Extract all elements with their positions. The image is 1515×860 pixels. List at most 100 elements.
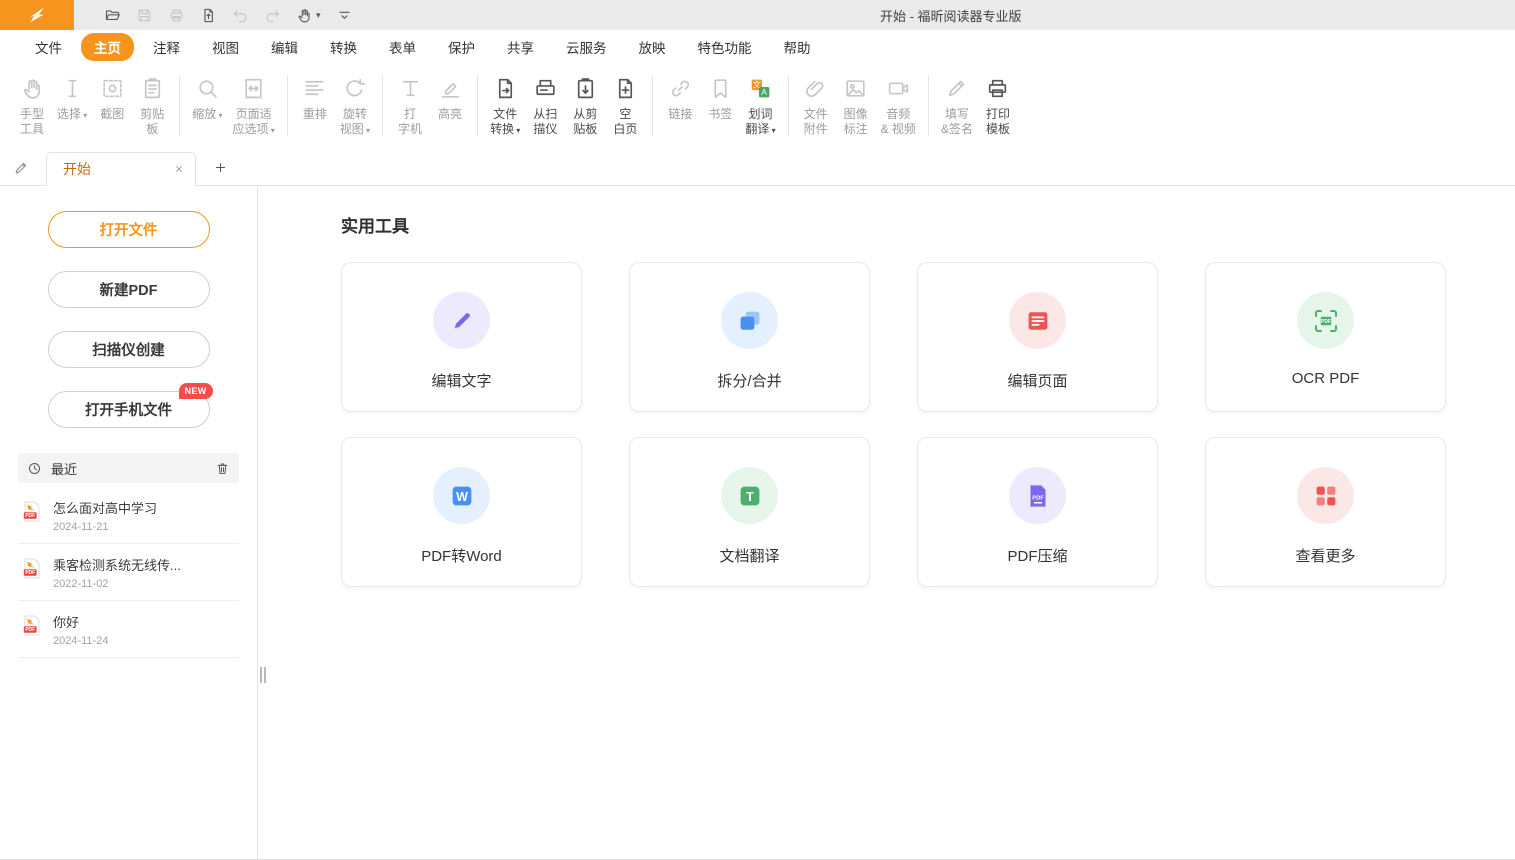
tool-card[interactable]: PDF PDF压缩 xyxy=(917,437,1158,587)
tool-card-label: PDF压缩 xyxy=(1007,545,1067,566)
quick-access-button[interactable]: ▾ xyxy=(294,5,323,26)
menubar: 文件 主页 注释 视图 编辑 转换 表单 保护 共享 云服务 放映 特色功能 帮… xyxy=(0,30,1515,63)
undo-icon xyxy=(232,7,249,24)
ribbon-group-divider xyxy=(652,75,653,136)
ribbon-button[interactable]: 从剪贴板 xyxy=(565,70,605,150)
menu-tab[interactable]: 主页 xyxy=(81,33,134,61)
menu-tab[interactable]: 放映 xyxy=(626,33,679,61)
ribbon-button[interactable]: 截图 xyxy=(92,70,132,150)
svg-text:PDF: PDF xyxy=(25,627,35,633)
recent-file-meta: 乘客检测系统无线传... 2022-11-02 xyxy=(53,555,181,590)
ribbon-button-label: 链接 xyxy=(668,107,692,122)
ribbon-button[interactable]: 图像标注 xyxy=(836,70,876,150)
ribbon-button-label: 剪贴板 xyxy=(140,107,164,137)
ribbon-button[interactable]: 文A 划词翻译 ▾ xyxy=(740,70,780,150)
attachment-icon xyxy=(803,76,828,101)
sidebar-action-button[interactable]: 打开手机文件 NEW xyxy=(48,391,210,428)
quick-access-button[interactable] xyxy=(334,5,355,26)
menu-tab[interactable]: 注释 xyxy=(140,33,193,61)
ribbon-button-label: 空白页 xyxy=(613,107,637,137)
ribbon-button[interactable]: 打字机 xyxy=(390,70,430,150)
ribbon-button[interactable]: 链接 xyxy=(660,70,700,150)
sidebar-action-button[interactable]: 打开文件 xyxy=(48,211,210,248)
sidebar-action-button[interactable]: 扫描仪创建 xyxy=(48,331,210,368)
quick-access-button[interactable] xyxy=(262,5,283,26)
tool-card-label: PDF转Word xyxy=(421,545,502,566)
print-icon xyxy=(168,7,185,24)
ribbon-button[interactable]: 高亮 xyxy=(430,70,470,150)
svg-text:PDF: PDF xyxy=(1321,318,1331,324)
tool-card[interactable]: 编辑页面 xyxy=(917,262,1158,412)
dropdown-caret-icon: ▾ xyxy=(316,10,321,21)
recent-file-item[interactable]: PDF 你好 2024-11-24 xyxy=(18,601,239,658)
menu-tab[interactable]: 保护 xyxy=(435,33,488,61)
menu-tab[interactable]: 视图 xyxy=(199,33,252,61)
recent-file-item[interactable]: PDF 乘客检测系统无线传... 2022-11-02 xyxy=(18,544,239,601)
tool-card[interactable]: 编辑文字 xyxy=(341,262,582,412)
close-icon[interactable] xyxy=(173,163,185,175)
sidebar-action-button[interactable]: 新建PDF xyxy=(48,271,210,308)
ribbon-button[interactable]: 打印模板 xyxy=(978,70,1018,150)
sidebar-resize-handle[interactable] xyxy=(260,667,262,683)
menu-tab[interactable]: 帮助 xyxy=(771,33,824,61)
ribbon-button[interactable]: 重排 xyxy=(295,70,335,150)
menu-tab[interactable]: 表单 xyxy=(376,33,429,61)
menu-tab[interactable]: 特色功能 xyxy=(685,33,765,61)
quick-access-button[interactable] xyxy=(134,5,155,26)
sidebar-button-label: 打开手机文件 xyxy=(85,403,172,419)
tool-card-label: 查看更多 xyxy=(1295,545,1355,566)
ribbon-button[interactable]: 书签 xyxy=(700,70,740,150)
menu-tab[interactable]: 共享 xyxy=(494,33,547,61)
tool-card-label: 文档翻译 xyxy=(719,545,779,566)
typewriter-icon xyxy=(398,76,423,101)
new-tab-button[interactable] xyxy=(213,160,228,175)
ribbon-button-label: 打印模板 xyxy=(986,107,1010,137)
save-icon xyxy=(136,7,153,24)
recent-file-item[interactable]: PDF 怎么面对高中学习 2024-11-21 xyxy=(18,487,239,544)
svg-text:PDF: PDF xyxy=(25,513,35,519)
pencil-icon[interactable] xyxy=(13,159,30,176)
ribbon-button[interactable]: 旋转视图 ▾ xyxy=(335,70,375,150)
recent-file-meta: 你好 2024-11-24 xyxy=(53,612,108,647)
menu-tab[interactable]: 编辑 xyxy=(258,33,311,61)
ribbon-button-label: 截图 xyxy=(100,107,124,122)
quick-access-button[interactable] xyxy=(102,5,123,26)
document-tab[interactable]: 开始 xyxy=(46,152,196,186)
new-badge: NEW xyxy=(179,383,213,399)
svg-text:PDF: PDF xyxy=(25,570,35,576)
ribbon-button[interactable]: 文件转换 ▾ xyxy=(485,70,525,150)
ribbon-button[interactable]: 手型工具 xyxy=(12,70,52,150)
ribbon-button[interactable]: 填写&签名 xyxy=(936,70,978,150)
rotate-icon xyxy=(342,76,367,101)
clear-recent-button[interactable] xyxy=(215,461,230,476)
ribbon-button[interactable]: 音频& 视频 xyxy=(876,70,921,150)
ocr-icon: PDF xyxy=(1311,306,1341,336)
tool-card[interactable]: 拆分/合并 xyxy=(629,262,870,412)
ribbon-button[interactable]: 文件附件 xyxy=(796,70,836,150)
ribbon-button[interactable]: 剪贴板 xyxy=(132,70,172,150)
ribbon-button[interactable]: 缩放 ▾ xyxy=(187,70,227,150)
recent-file-date: 2024-11-21 xyxy=(53,521,157,533)
menu-tab[interactable]: 云服务 xyxy=(553,33,620,61)
menu-tab[interactable]: 转换 xyxy=(317,33,370,61)
recent-file-date: 2022-11-02 xyxy=(53,578,181,590)
ribbon-button[interactable]: 页面适应选项 ▾ xyxy=(228,70,280,150)
app-logo[interactable] xyxy=(0,0,74,30)
ribbon-button[interactable]: 空白页 xyxy=(605,70,645,150)
recent-section-header[interactable]: 最近 xyxy=(18,453,239,483)
tool-card[interactable]: T 文档翻译 xyxy=(629,437,870,587)
link-icon xyxy=(668,76,693,101)
tool-card[interactable]: W PDF转Word xyxy=(341,437,582,587)
svg-text:T: T xyxy=(746,489,754,503)
menu-tab[interactable]: 文件 xyxy=(22,33,75,61)
svg-text:W: W xyxy=(456,489,468,503)
quick-access-toolbar: ▾ xyxy=(102,5,355,26)
tool-card[interactable]: PDF OCR PDF xyxy=(1205,262,1446,412)
ribbon-button[interactable]: 选择 ▾ xyxy=(52,70,92,150)
quick-access-button[interactable] xyxy=(230,5,251,26)
quick-access-button[interactable] xyxy=(166,5,187,26)
ribbon-button[interactable]: 从扫描仪 xyxy=(525,70,565,150)
folder-open-icon xyxy=(104,7,121,24)
quick-access-button[interactable] xyxy=(198,5,219,26)
tool-card[interactable]: 查看更多 xyxy=(1205,437,1446,587)
